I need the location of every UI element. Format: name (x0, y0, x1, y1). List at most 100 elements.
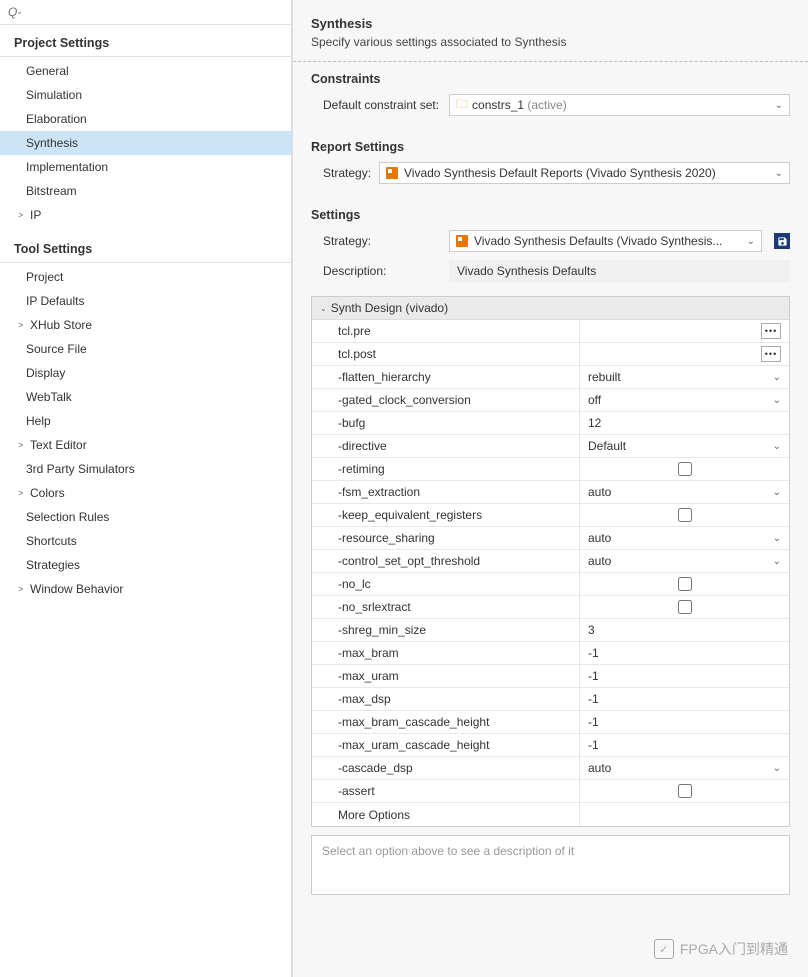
sidebar-item-elaboration[interactable]: Elaboration (0, 107, 291, 131)
property-row[interactable]: -retiming (312, 458, 789, 481)
property-value[interactable]: auto⌄ (580, 527, 789, 549)
property-row[interactable]: -assert (312, 780, 789, 803)
sidebar-item-strategies[interactable]: Strategies (0, 553, 291, 577)
property-row[interactable]: -bufg12 (312, 412, 789, 435)
property-value[interactable] (580, 596, 789, 618)
search-container (0, 0, 291, 25)
sidebar-item-window-behavior[interactable]: >Window Behavior (0, 577, 291, 601)
sidebar-item-shortcuts[interactable]: Shortcuts (0, 529, 291, 553)
property-value-text: -1 (588, 738, 781, 752)
property-row[interactable]: -cascade_dspauto⌄ (312, 757, 789, 780)
property-checkbox[interactable] (678, 600, 692, 614)
property-row[interactable]: -directiveDefault⌄ (312, 435, 789, 458)
sidebar-item-ip-defaults[interactable]: IP Defaults (0, 289, 291, 313)
save-button[interactable] (774, 233, 790, 249)
sidebar-item-ip[interactable]: >IP (0, 203, 291, 227)
property-value[interactable]: -1 (580, 734, 789, 756)
sidebar-item-synthesis[interactable]: Synthesis (0, 131, 291, 155)
property-value[interactable] (580, 780, 789, 802)
sidebar-item-label: Selection Rules (26, 510, 109, 524)
sidebar-item-display[interactable]: Display (0, 361, 291, 385)
property-value[interactable]: -1 (580, 665, 789, 687)
property-row[interactable]: More Options (312, 803, 789, 826)
property-checkbox[interactable] (678, 577, 692, 591)
property-value[interactable] (580, 458, 789, 480)
property-row[interactable]: -max_bram-1 (312, 642, 789, 665)
property-value[interactable]: ••• (580, 343, 789, 365)
property-row[interactable]: -shreg_min_size3 (312, 619, 789, 642)
sidebar-item-webtalk[interactable]: WebTalk (0, 385, 291, 409)
property-value[interactable]: ••• (580, 320, 789, 342)
constraint-set-dropdown[interactable]: 🗀 constrs_1 (active) ⌄ (449, 94, 790, 116)
sidebar-item-label: Help (26, 414, 51, 428)
property-row[interactable]: -fsm_extractionauto⌄ (312, 481, 789, 504)
property-row[interactable]: -gated_clock_conversionoff⌄ (312, 389, 789, 412)
report-strategy-dropdown[interactable]: Vivado Synthesis Default Reports (Vivado… (379, 162, 790, 184)
property-row[interactable]: -no_srlextract (312, 596, 789, 619)
sidebar-item-simulation[interactable]: Simulation (0, 83, 291, 107)
browse-button[interactable]: ••• (761, 323, 781, 339)
property-row[interactable]: -max_bram_cascade_height-1 (312, 711, 789, 734)
property-value[interactable]: -1 (580, 642, 789, 664)
property-value[interactable]: 12 (580, 412, 789, 434)
property-value[interactable]: -1 (580, 711, 789, 733)
property-value-text: -1 (588, 692, 781, 706)
sidebar-item-label: General (26, 64, 69, 78)
property-name: -resource_sharing (312, 527, 580, 549)
sidebar-item-text-editor[interactable]: >Text Editor (0, 433, 291, 457)
folder-icon: 🗀 (456, 95, 468, 116)
chevron-right-icon: > (18, 210, 26, 220)
property-name: -bufg (312, 412, 580, 434)
property-row[interactable]: -max_uram_cascade_height-1 (312, 734, 789, 757)
property-row[interactable]: -max_dsp-1 (312, 688, 789, 711)
property-row[interactable]: -control_set_opt_thresholdauto⌄ (312, 550, 789, 573)
property-value-text: -1 (588, 669, 781, 683)
sidebar-item-general[interactable]: General (0, 59, 291, 83)
property-value-text: Default (588, 439, 773, 453)
property-row[interactable]: tcl.pre••• (312, 320, 789, 343)
property-row[interactable]: -max_uram-1 (312, 665, 789, 688)
property-row[interactable]: -keep_equivalent_registers (312, 504, 789, 527)
property-value[interactable]: Default⌄ (580, 435, 789, 457)
property-checkbox[interactable] (678, 462, 692, 476)
property-row[interactable]: -flatten_hierarchyrebuilt⌄ (312, 366, 789, 389)
property-checkbox[interactable] (678, 784, 692, 798)
property-name: -no_lc (312, 573, 580, 595)
property-row[interactable]: -no_lc (312, 573, 789, 596)
strategy-dropdown[interactable]: Vivado Synthesis Defaults (Vivado Synthe… (449, 230, 762, 252)
property-value[interactable] (580, 573, 789, 595)
property-value[interactable] (580, 504, 789, 526)
sidebar-item-selection-rules[interactable]: Selection Rules (0, 505, 291, 529)
property-value[interactable]: rebuilt⌄ (580, 366, 789, 388)
sidebar-item-source-file[interactable]: Source File (0, 337, 291, 361)
search-input[interactable] (6, 3, 285, 21)
browse-button[interactable]: ••• (761, 346, 781, 362)
sidebar-item-bitstream[interactable]: Bitstream (0, 179, 291, 203)
property-value[interactable]: auto⌄ (580, 481, 789, 503)
sidebar-item-label: Display (26, 366, 65, 380)
sidebar-item-colors[interactable]: >Colors (0, 481, 291, 505)
property-checkbox[interactable] (678, 508, 692, 522)
property-value[interactable]: -1 (580, 688, 789, 710)
sidebar-item-label: Bitstream (26, 184, 77, 198)
property-value[interactable]: auto⌄ (580, 550, 789, 572)
synth-design-group[interactable]: ⌄ Synth Design (vivado) (312, 297, 789, 320)
property-value[interactable]: off⌄ (580, 389, 789, 411)
property-row[interactable]: tcl.post••• (312, 343, 789, 366)
sidebar-item-xhub-store[interactable]: >XHub Store (0, 313, 291, 337)
property-row[interactable]: -resource_sharingauto⌄ (312, 527, 789, 550)
sidebar-item-label: Strategies (26, 558, 80, 572)
wechat-icon: ✓ (654, 939, 674, 959)
property-value[interactable]: 3 (580, 619, 789, 641)
property-name: -control_set_opt_threshold (312, 550, 580, 572)
property-value[interactable] (580, 803, 789, 826)
property-name: -max_bram_cascade_height (312, 711, 580, 733)
sidebar-item-project[interactable]: Project (0, 265, 291, 289)
sidebar-item-help[interactable]: Help (0, 409, 291, 433)
chevron-down-icon: ⌄ (775, 168, 783, 179)
sidebar-item-implementation[interactable]: Implementation (0, 155, 291, 179)
property-value[interactable]: auto⌄ (580, 757, 789, 779)
sidebar-item-label: IP Defaults (26, 294, 84, 308)
sidebar-item-3rd-party-simulators[interactable]: 3rd Party Simulators (0, 457, 291, 481)
group-name: Synth Design (vivado) (331, 301, 448, 315)
